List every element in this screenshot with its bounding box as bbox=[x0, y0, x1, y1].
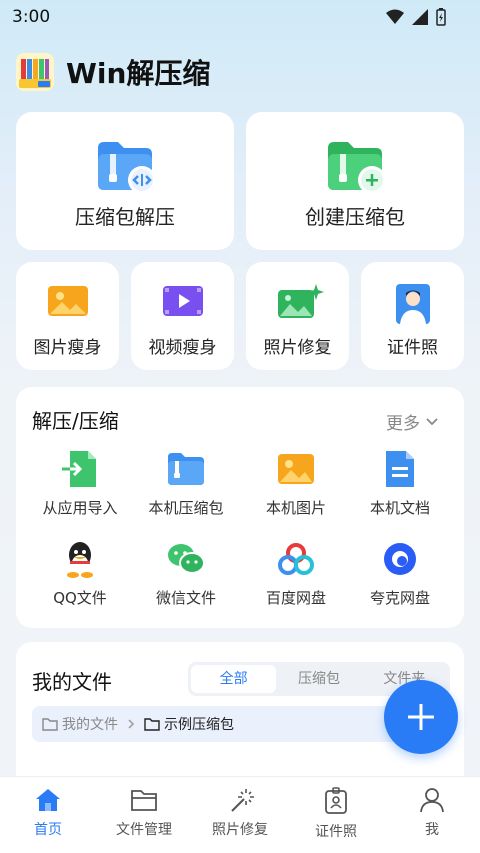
tab-photo-repair[interactable]: 照片修复 bbox=[192, 777, 288, 853]
wechat-files-label: 微信文件 bbox=[155, 589, 216, 607]
app-title: Win解压缩 bbox=[66, 57, 211, 90]
wechat-icon bbox=[166, 539, 206, 579]
wifi-icon bbox=[386, 9, 404, 24]
home-icon bbox=[36, 789, 60, 811]
quark-netdisk-item[interactable]: 夸克网盘 bbox=[344, 539, 456, 608]
id-photo-card[interactable]: 证件照 bbox=[361, 262, 464, 370]
local-document-item[interactable]: 本机文档 bbox=[344, 449, 456, 518]
add-button[interactable] bbox=[384, 680, 458, 754]
id-photo-icon bbox=[394, 282, 432, 330]
breadcrumb: 我的文件 示例压缩包 bbox=[32, 706, 412, 742]
photo-sparkle-icon bbox=[276, 282, 324, 326]
quark-netdisk-label: 夸克网盘 bbox=[369, 589, 430, 607]
more-button[interactable]: 更多 bbox=[386, 409, 438, 434]
tab-id-photo[interactable]: 证件照 bbox=[288, 777, 384, 853]
badge-icon bbox=[325, 787, 347, 814]
local-archive-item[interactable]: 本机压缩包 bbox=[130, 449, 242, 518]
local-zip-icon bbox=[166, 449, 206, 489]
tab-file-manager[interactable]: 文件管理 bbox=[96, 777, 192, 853]
import-from-app-label: 从应用导入 bbox=[42, 499, 118, 517]
tab-id-photo-label: 证件照 bbox=[315, 824, 357, 840]
qq-icon bbox=[60, 539, 100, 579]
tab-archives[interactable]: 压缩包 bbox=[276, 665, 361, 693]
photo-repair-card[interactable]: 照片修复 bbox=[246, 262, 349, 370]
create-archive-label: 创建压缩包 bbox=[305, 205, 405, 229]
section-title: 解压/压缩 bbox=[32, 409, 119, 433]
image-slim-card[interactable]: 图片瘦身 bbox=[16, 262, 119, 370]
local-archive-label: 本机压缩包 bbox=[148, 499, 224, 517]
breadcrumb-current: 示例压缩包 bbox=[164, 717, 234, 733]
folder-icon bbox=[131, 790, 157, 811]
image-slim-label: 图片瘦身 bbox=[33, 338, 102, 358]
video-slim-card[interactable]: 视频瘦身 bbox=[131, 262, 234, 370]
local-image-item[interactable]: 本机图片 bbox=[240, 449, 352, 518]
tab-home-label: 首页 bbox=[34, 822, 62, 838]
status-icons bbox=[386, 8, 446, 26]
tab-me-label: 我 bbox=[425, 822, 439, 838]
folder-icon bbox=[144, 718, 160, 731]
chevron-right-icon bbox=[128, 719, 135, 729]
green-zip-folder-add-icon bbox=[326, 140, 388, 200]
tab-all[interactable]: 全部 bbox=[191, 665, 277, 693]
status-bar: 3:00 bbox=[0, 0, 480, 34]
local-image-label: 本机图片 bbox=[265, 499, 326, 517]
video-icon bbox=[161, 282, 205, 324]
tab-home[interactable]: 首页 bbox=[0, 777, 96, 853]
tab-file-manager-label: 文件管理 bbox=[116, 822, 172, 838]
local-doc-icon bbox=[380, 449, 420, 489]
tab-photo-repair-label: 照片修复 bbox=[212, 822, 268, 838]
plus-icon bbox=[408, 704, 434, 730]
user-icon bbox=[420, 788, 444, 813]
chevron-down-icon bbox=[426, 417, 438, 425]
wechat-files-item[interactable]: 微信文件 bbox=[130, 539, 242, 608]
import-from-app-item[interactable]: 从应用导入 bbox=[24, 449, 136, 518]
quark-netdisk-icon bbox=[380, 539, 420, 579]
compress-section: 解压/压缩 更多 从应用导入 本机压缩包 本机图片 本机文档 QQ文件 微信文件… bbox=[16, 387, 464, 628]
my-files-title: 我的文件 bbox=[32, 670, 112, 694]
local-image-icon bbox=[276, 449, 316, 489]
import-app-icon bbox=[60, 449, 100, 489]
create-archive-card[interactable]: 创建压缩包 bbox=[246, 112, 464, 250]
app-logo-icon bbox=[16, 53, 54, 91]
image-icon bbox=[46, 282, 90, 324]
extract-archive-label: 压缩包解压 bbox=[75, 205, 175, 229]
battery-icon bbox=[436, 8, 446, 26]
baidu-netdisk-item[interactable]: 百度网盘 bbox=[240, 539, 352, 608]
magic-wand-icon bbox=[231, 789, 254, 812]
tab-me[interactable]: 我 bbox=[384, 777, 480, 853]
baidu-netdisk-icon bbox=[276, 539, 316, 579]
bottom-tab-bar: 首页 文件管理 照片修复 证件照 我 bbox=[0, 776, 480, 853]
extract-archive-card[interactable]: 压缩包解压 bbox=[16, 112, 234, 250]
video-slim-label: 视频瘦身 bbox=[148, 338, 217, 358]
photo-repair-label: 照片修复 bbox=[263, 338, 332, 358]
breadcrumb-root[interactable]: 我的文件 bbox=[62, 714, 118, 734]
signal-icon bbox=[412, 9, 428, 25]
app-header: Win解压缩 bbox=[16, 52, 210, 92]
id-photo-label: 证件照 bbox=[387, 338, 438, 358]
more-label: 更多 bbox=[386, 414, 420, 434]
qq-files-label: QQ文件 bbox=[53, 589, 107, 607]
local-document-label: 本机文档 bbox=[369, 499, 430, 517]
status-time: 3:00 bbox=[12, 7, 51, 27]
blue-zip-folder-icon bbox=[96, 140, 158, 200]
baidu-netdisk-label: 百度网盘 bbox=[265, 589, 326, 607]
folder-icon bbox=[42, 718, 58, 731]
qq-files-item[interactable]: QQ文件 bbox=[24, 539, 136, 608]
